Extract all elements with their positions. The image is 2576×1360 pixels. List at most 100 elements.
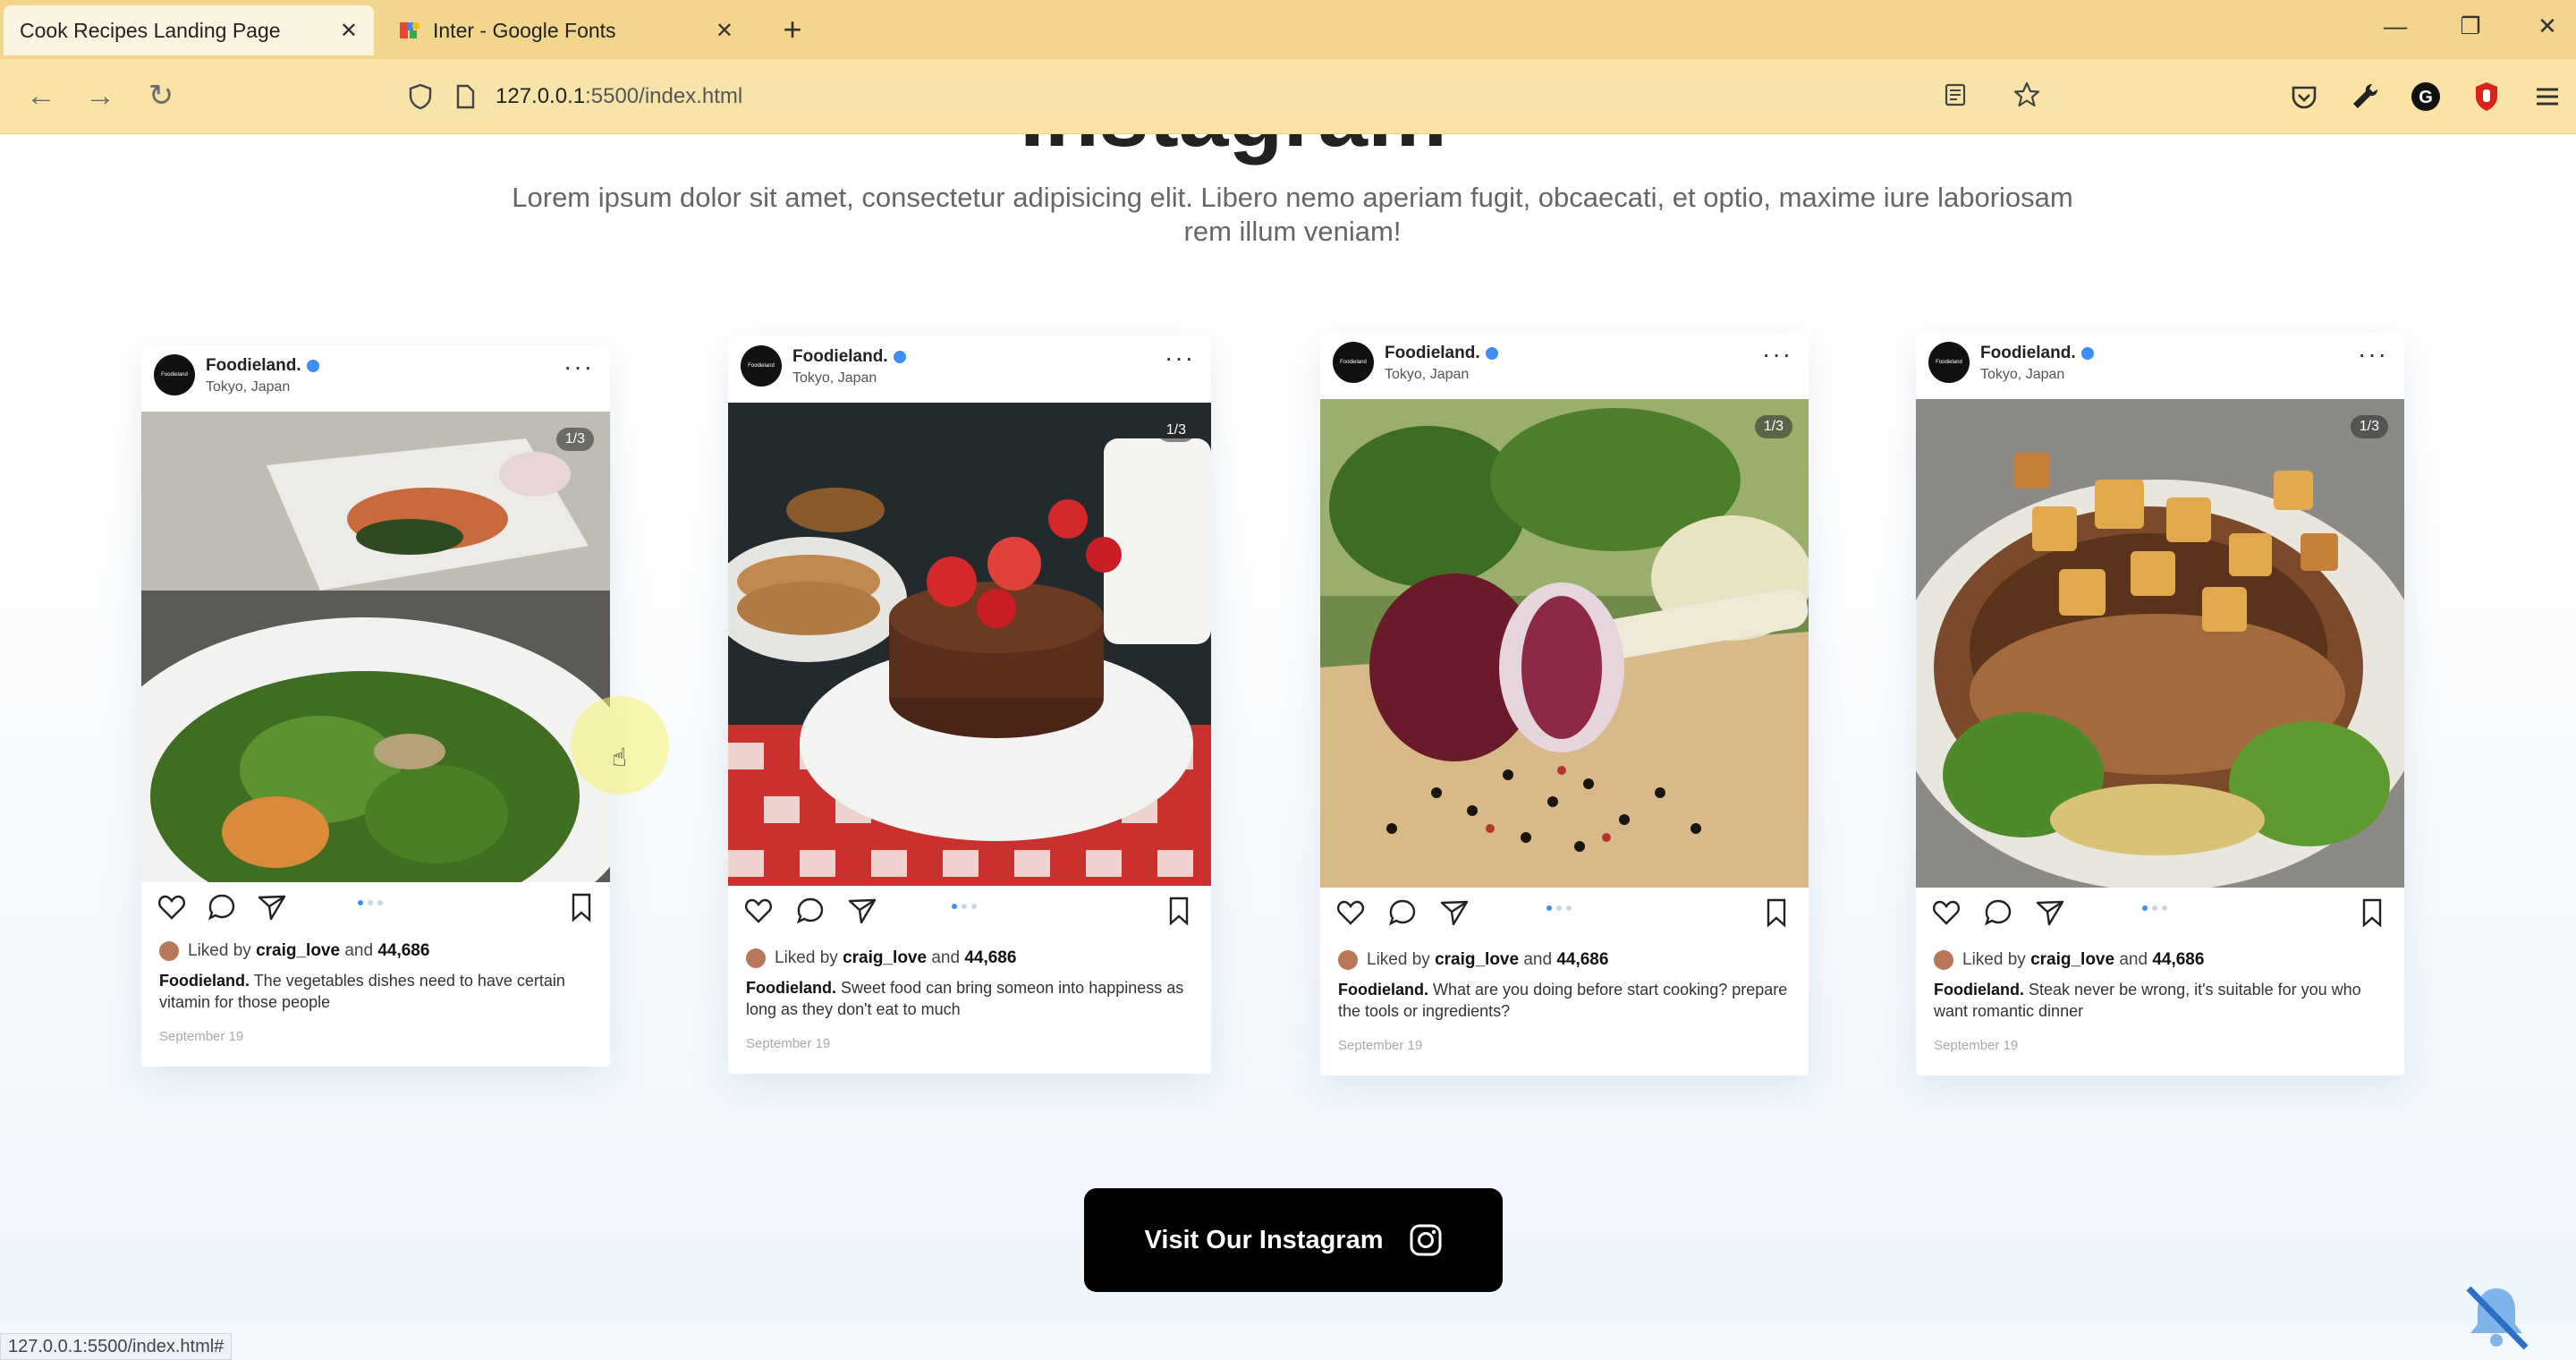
tab-cook-recipes[interactable]: Cook Recipes Landing Page ✕ bbox=[4, 5, 374, 55]
verified-badge-icon bbox=[893, 350, 906, 363]
minimize-icon[interactable]: — bbox=[2368, 13, 2422, 40]
more-options-icon[interactable]: ··· bbox=[2358, 340, 2388, 369]
visit-instagram-button[interactable]: Visit Our Instagram bbox=[1084, 1188, 1503, 1292]
tab-title: Inter - Google Fonts bbox=[433, 18, 616, 42]
share-icon[interactable] bbox=[256, 891, 288, 923]
close-window-icon[interactable]: ✕ bbox=[2521, 13, 2574, 40]
heart-icon[interactable] bbox=[1335, 897, 1367, 929]
bookmark-star-icon[interactable] bbox=[2012, 81, 2041, 109]
avatar[interactable]: Foodieland bbox=[154, 354, 195, 395]
heart-icon[interactable] bbox=[1930, 897, 1962, 929]
comment-icon[interactable] bbox=[1386, 897, 1419, 929]
status-bar-url: 127.0.0.1:5500/index.html# bbox=[0, 1333, 233, 1360]
heart-icon[interactable] bbox=[156, 891, 188, 923]
post-date: September 19 bbox=[746, 1036, 831, 1051]
post-photo-pancakes[interactable]: 1/3 bbox=[728, 403, 1211, 886]
more-options-icon[interactable]: ··· bbox=[1762, 340, 1792, 369]
heart-icon[interactable] bbox=[742, 895, 775, 927]
post-photo-onion[interactable]: 1/3 bbox=[1320, 399, 1809, 888]
instagram-post-card[interactable]: Foodieland Foodieland. Tokyo, Japan ··· … bbox=[1916, 333, 2404, 1075]
post-actions bbox=[141, 886, 610, 925]
post-date: September 19 bbox=[1338, 1038, 1423, 1053]
section-subtitle: Lorem ipsum dolor sit amet, consectetur … bbox=[512, 182, 2073, 247]
post-location: Tokyo, Japan bbox=[206, 379, 291, 395]
likes-line: Liked by craig_love and 44,686 bbox=[746, 948, 1016, 968]
new-tab-button[interactable]: + bbox=[773, 11, 812, 50]
more-options-icon[interactable]: ··· bbox=[564, 353, 594, 381]
reload-icon[interactable]: ↻ bbox=[140, 75, 182, 118]
comment-icon[interactable] bbox=[794, 895, 826, 927]
hamburger-menu-icon[interactable] bbox=[2528, 77, 2567, 116]
page-viewport: Instagram Lorem ipsum dolor sit amet, co… bbox=[0, 134, 2576, 1324]
save-bookmark-icon[interactable] bbox=[1760, 897, 1792, 929]
instagram-post-card[interactable]: Foodieland Foodieland. Tokyo, Japan ··· bbox=[728, 336, 1211, 1074]
grammarly-icon[interactable]: G bbox=[2406, 77, 2445, 116]
share-icon[interactable] bbox=[846, 895, 878, 927]
carousel-dots bbox=[1546, 905, 1572, 911]
post-location: Tokyo, Japan bbox=[1980, 367, 2065, 382]
post-caption: Foodieland. Sweet food can bring someon … bbox=[746, 979, 1184, 1018]
likes-line: Liked by craig_love and 44,686 bbox=[1934, 950, 2204, 970]
avatar[interactable]: Foodieland bbox=[1333, 342, 1374, 383]
back-arrow-icon[interactable]: ← bbox=[20, 75, 63, 118]
share-icon[interactable] bbox=[1438, 897, 1470, 929]
page-info-icon[interactable] bbox=[451, 82, 479, 111]
ublock-shield-icon[interactable] bbox=[2467, 77, 2506, 116]
comment-icon[interactable] bbox=[206, 891, 238, 923]
post-caption: Foodieland. Steak never be wrong, it's s… bbox=[1934, 981, 2361, 1020]
wrench-icon[interactable] bbox=[2345, 77, 2385, 116]
verified-badge-icon bbox=[1485, 346, 1498, 360]
reader-view-icon[interactable] bbox=[1941, 81, 1970, 109]
post-actions bbox=[1916, 891, 2404, 931]
post-photo-salad[interactable]: 1/3 bbox=[141, 412, 610, 882]
more-options-icon[interactable]: ··· bbox=[1165, 344, 1195, 372]
forward-arrow-icon[interactable]: → bbox=[79, 75, 122, 118]
image-counter: 1/3 bbox=[1754, 415, 1792, 438]
liker-avatar bbox=[159, 941, 179, 961]
post-header: Foodieland Foodieland. Tokyo, Japan ··· bbox=[1916, 333, 2404, 399]
restore-icon[interactable]: ❐ bbox=[2444, 13, 2497, 40]
section-heading: Instagram bbox=[1020, 134, 1447, 167]
tab-strip: Cook Recipes Landing Page ✕ Inter - Goog… bbox=[0, 0, 2576, 59]
avatar[interactable]: Foodieland bbox=[741, 345, 782, 387]
address-bar[interactable]: 127.0.0.1:5500/index.html bbox=[390, 72, 2075, 122]
close-tab-icon[interactable]: ✕ bbox=[716, 18, 733, 44]
liker-avatar bbox=[746, 948, 766, 968]
post-photo-steak[interactable]: 1/3 bbox=[1916, 399, 2404, 888]
post-caption: Foodieland. What are you doing before st… bbox=[1338, 981, 1788, 1020]
liker-avatar bbox=[1934, 950, 1953, 970]
avatar[interactable]: Foodieland bbox=[1928, 342, 1970, 383]
mouse-pointer-icon: ☝ bbox=[612, 744, 628, 771]
svg-text:G: G bbox=[2419, 88, 2433, 107]
post-header: Foodieland Foodieland. Tokyo, Japan ··· bbox=[1320, 333, 1809, 399]
tab-title: Cook Recipes Landing Page bbox=[20, 18, 281, 42]
shield-icon[interactable] bbox=[406, 82, 435, 111]
carousel-dots bbox=[358, 900, 383, 905]
visit-instagram-label: Visit Our Instagram bbox=[1144, 1225, 1384, 1254]
account-name[interactable]: Foodieland. bbox=[206, 356, 319, 376]
save-bookmark-icon[interactable] bbox=[565, 891, 597, 923]
image-counter: 1/3 bbox=[1157, 419, 1195, 442]
save-bookmark-icon[interactable] bbox=[1163, 895, 1195, 927]
pocket-icon[interactable] bbox=[2284, 77, 2324, 116]
comment-icon[interactable] bbox=[1982, 897, 2014, 929]
save-bookmark-icon[interactable] bbox=[2356, 897, 2388, 929]
account-name[interactable]: Foodieland. bbox=[1980, 344, 2094, 363]
instagram-post-card[interactable]: Foodieland Foodieland. Tokyo, Japan ··· bbox=[1320, 333, 1809, 1075]
instagram-icon bbox=[1410, 1224, 1441, 1256]
image-counter: 1/3 bbox=[2350, 415, 2388, 438]
close-tab-icon[interactable]: ✕ bbox=[340, 18, 358, 44]
tab-google-fonts[interactable]: Inter - Google Fonts ✕ bbox=[383, 5, 750, 55]
account-name[interactable]: Foodieland. bbox=[792, 347, 906, 367]
navigation-toolbar: ← → ↻ 127.0.0.1:5500/index.html G bbox=[0, 59, 2576, 134]
image-counter: 1/3 bbox=[555, 428, 594, 451]
account-name[interactable]: Foodieland. bbox=[1385, 344, 1498, 363]
post-date: September 19 bbox=[159, 1029, 244, 1044]
post-caption: Foodieland. The vegetables dishes need t… bbox=[159, 972, 565, 1011]
share-icon[interactable] bbox=[2034, 897, 2066, 929]
instagram-post-card[interactable]: Foodieland Foodieland. Tokyo, Japan ··· … bbox=[141, 345, 610, 1067]
likes-line: Liked by craig_love and 44,686 bbox=[1338, 950, 1608, 970]
post-actions bbox=[1320, 891, 1809, 931]
url-text: 127.0.0.1:5500/index.html bbox=[496, 84, 743, 108]
muted-bell-icon[interactable] bbox=[2458, 1278, 2535, 1355]
